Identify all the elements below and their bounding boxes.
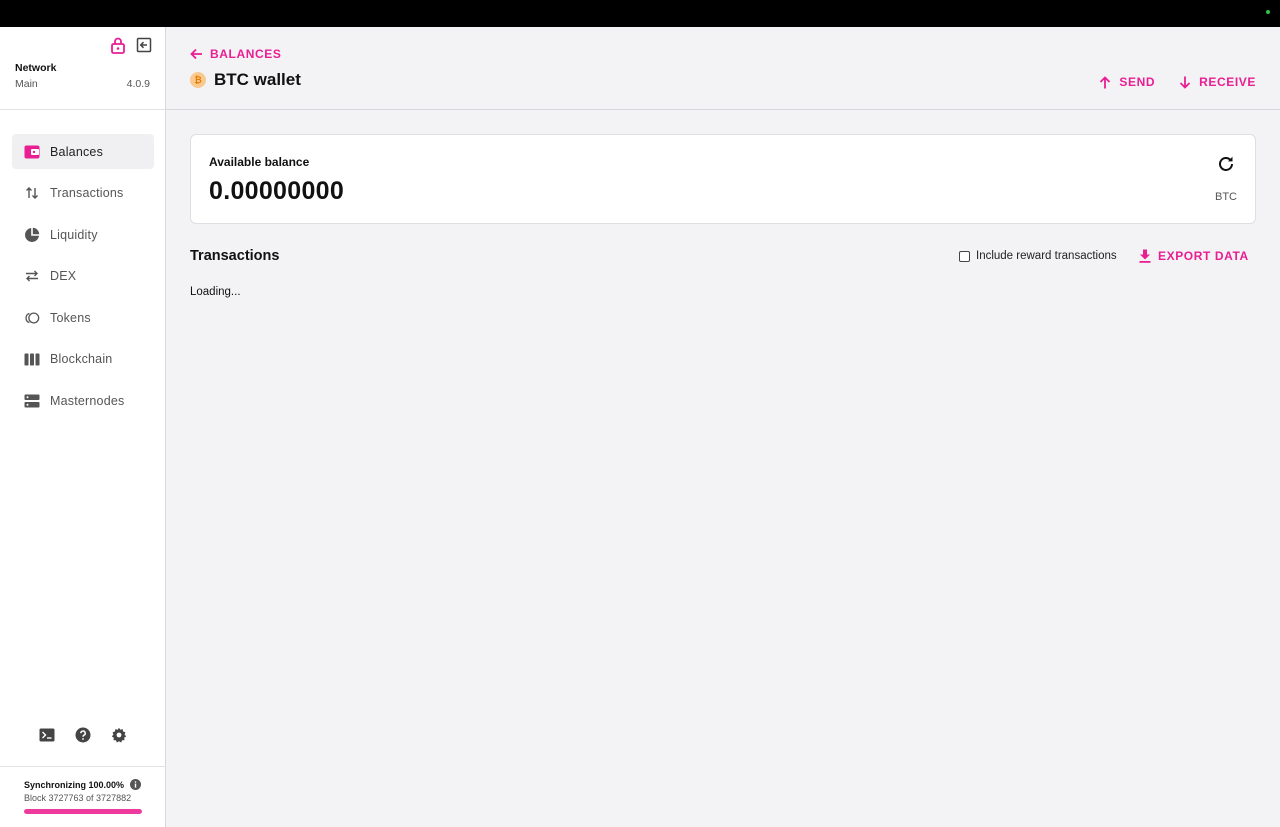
swap-horizontal-icon (24, 268, 40, 284)
sidebar-divider (0, 109, 166, 110)
sidebar-item-label: Blockchain (50, 352, 113, 366)
sidebar-divider (0, 766, 166, 767)
help-icon[interactable] (74, 726, 92, 744)
send-button-label: SEND (1119, 75, 1156, 89)
sidebar-item-balances[interactable]: Balances (12, 134, 154, 169)
refresh-icon (1219, 156, 1233, 171)
send-button[interactable]: SEND (1099, 75, 1155, 89)
console-icon[interactable] (38, 726, 56, 744)
export-data-label: EXPORT DATA (1158, 249, 1249, 263)
tokens-icon (24, 310, 40, 326)
balance-unit: BTC (1215, 191, 1237, 203)
wallet-icon (24, 144, 40, 160)
refresh-button[interactable] (1215, 153, 1237, 175)
checkbox-box[interactable] (959, 250, 970, 262)
loading-text: Loading... (190, 286, 241, 298)
page-header: BALANCES ₿ BTC wallet SEND RECEIVE (166, 27, 1280, 110)
sync-status: Synchronizing 100.00% (24, 779, 142, 790)
network-name: Main (15, 78, 38, 90)
sidebar-top-actions (109, 36, 153, 54)
app-version: 4.0.9 (126, 78, 150, 90)
lock-icon[interactable] (109, 36, 127, 54)
balance-value: 0.00000000 (209, 177, 345, 205)
export-data-button[interactable]: EXPORT DATA (1139, 249, 1249, 263)
info-icon[interactable] (130, 779, 142, 790)
sync-status-text: Synchronizing 100.00% (24, 779, 125, 790)
sync-progress-bar (24, 809, 142, 814)
sidebar-item-tokens[interactable]: Tokens (12, 300, 154, 335)
sidebar-bottom-actions (38, 726, 128, 744)
sidebar-nav: Balances Transactions Liquidity DEX Toke… (12, 134, 154, 425)
arrow-left-icon (190, 48, 202, 60)
swap-vertical-icon (24, 185, 40, 201)
logout-icon[interactable] (135, 36, 153, 54)
pie-chart-icon (24, 227, 40, 243)
arrow-down-icon (1179, 76, 1191, 89)
balance-label: Available balance (209, 155, 310, 169)
sync-progress-fill (24, 809, 142, 814)
sidebar-item-label: Tokens (50, 310, 91, 325)
include-reward-label: Include reward transactions (976, 250, 1117, 262)
header-actions: SEND RECEIVE (1099, 75, 1256, 89)
network-title: Network (15, 62, 57, 74)
back-to-balances-link[interactable]: BALANCES (190, 47, 281, 61)
blocks-icon (24, 351, 40, 367)
receive-button[interactable]: RECEIVE (1179, 75, 1256, 89)
receive-button-label: RECEIVE (1199, 75, 1256, 89)
sidebar-item-label: Liquidity (50, 227, 98, 242)
bitcoin-icon: ₿ (190, 72, 206, 88)
sidebar-item-dex[interactable]: DEX (12, 259, 154, 294)
transactions-title: Transactions (190, 248, 280, 264)
sidebar-item-masternodes[interactable]: Masternodes (12, 383, 154, 418)
sidebar-item-blockchain[interactable]: Blockchain (12, 342, 154, 377)
server-icon (24, 393, 40, 409)
page-title: ₿ BTC wallet (190, 70, 301, 90)
sidebar: Network Main 4.0.9 Balances Transactions… (0, 27, 166, 827)
include-reward-checkbox[interactable]: Include reward transactions (959, 250, 1117, 262)
window-titlebar (0, 0, 1280, 27)
sidebar-item-liquidity[interactable]: Liquidity (12, 217, 154, 252)
sidebar-item-label: DEX (50, 269, 77, 283)
sidebar-item-label: Balances (50, 144, 104, 159)
sidebar-item-transactions[interactable]: Transactions (12, 176, 154, 211)
back-link-label: BALANCES (210, 47, 282, 61)
gear-icon[interactable] (110, 726, 128, 744)
sidebar-item-label: Transactions (50, 186, 124, 200)
balance-card: Available balance 0.00000000 BTC (190, 134, 1256, 224)
arrow-up-icon (1100, 75, 1111, 88)
sync-block-count: Block 3727763 of 3727882 (24, 793, 132, 803)
page-title-text: BTC wallet (214, 70, 301, 89)
status-dot-icon (1266, 10, 1270, 14)
sidebar-item-label: Masternodes (50, 393, 125, 408)
download-icon (1139, 249, 1151, 263)
